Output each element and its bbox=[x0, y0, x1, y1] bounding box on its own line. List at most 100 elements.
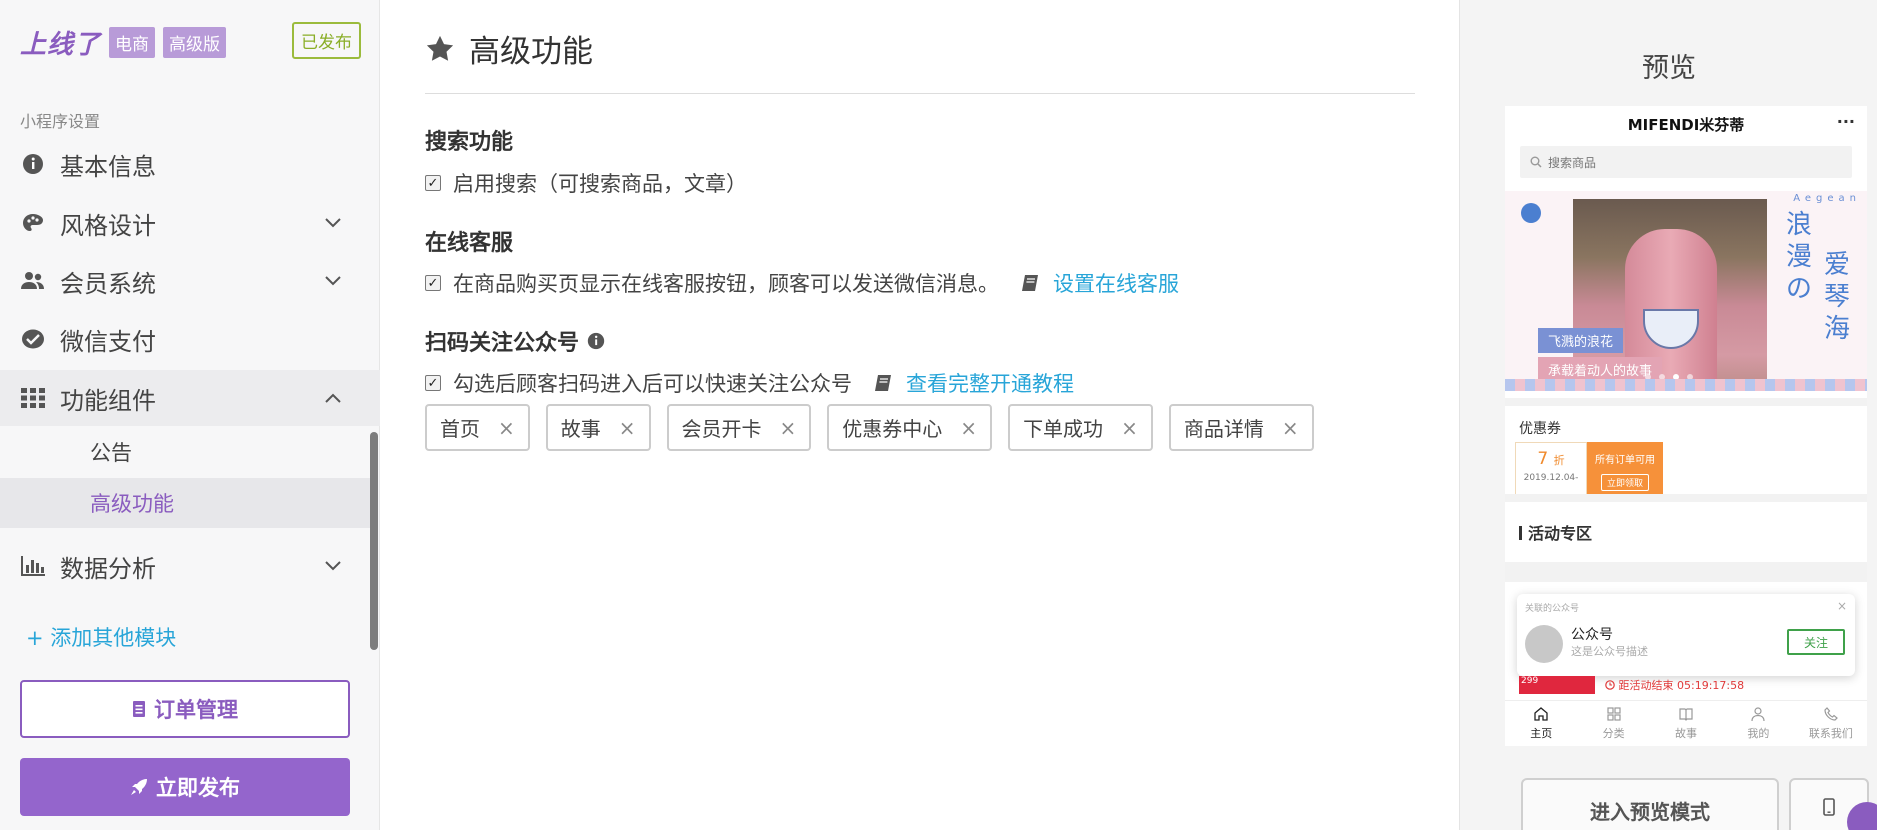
sidebar: 上线了 电商 高级版 已发布 小程序设置 基本信息 风格设计 会员系统 微信支付… bbox=[0, 0, 380, 830]
sidebar-item-basic-info[interactable]: 基本信息 bbox=[0, 136, 380, 192]
coupon-discount-unit: 折 bbox=[1553, 454, 1565, 467]
coupon-card-action[interactable]: 所有订单可用 立即领取 bbox=[1587, 442, 1663, 500]
info-circle-icon[interactable] bbox=[587, 332, 605, 350]
sidebar-item-feature-components[interactable]: 功能组件 bbox=[0, 370, 380, 426]
page-tag[interactable]: 下单成功 × bbox=[1008, 404, 1153, 451]
sidebar-subitem-advanced-features[interactable]: 高级功能 bbox=[0, 478, 370, 528]
sidebar-scrollbar[interactable] bbox=[370, 432, 378, 650]
remove-tag-icon[interactable]: × bbox=[498, 416, 515, 440]
page-tag-label: 首页 bbox=[440, 417, 480, 441]
order-management-label: 订单管理 bbox=[154, 698, 238, 722]
coupon-claim-button[interactable]: 立即领取 bbox=[1600, 474, 1649, 491]
full-tutorial-link[interactable]: 查看完整开通教程 bbox=[906, 368, 1074, 398]
tab-mine[interactable]: 我的 bbox=[1722, 701, 1794, 746]
order-management-button[interactable]: 订单管理 bbox=[20, 680, 350, 738]
sidebar-item-wechat-pay[interactable]: 微信支付 bbox=[0, 311, 380, 367]
more-icon: ··· bbox=[1836, 112, 1855, 131]
sidebar-item-label: 会员系统 bbox=[60, 269, 156, 298]
sidebar-item-label: 基本信息 bbox=[60, 152, 156, 181]
book-icon bbox=[874, 374, 894, 392]
mobile-phone-icon bbox=[1823, 798, 1835, 816]
main-content: 高级功能 搜索功能 ✓ 启用搜索（可搜索商品，文章） 在线客服 ✓ 在商品购买页… bbox=[381, 0, 1459, 830]
rocket-icon bbox=[131, 779, 147, 795]
page-tag[interactable]: 商品详情 × bbox=[1168, 404, 1314, 451]
online-service-checkbox[interactable]: ✓ bbox=[425, 275, 441, 291]
grid-icon bbox=[20, 385, 46, 411]
page-tag[interactable]: 会员开卡 × bbox=[666, 404, 812, 451]
tab-label: 分类 bbox=[1602, 727, 1625, 740]
coupon-scope: 所有订单可用 bbox=[1595, 455, 1655, 466]
follow-button[interactable]: 关注 bbox=[1787, 629, 1845, 655]
tab-label: 联系我们 bbox=[1808, 727, 1853, 740]
coupon-card-value[interactable]: 7 折 2019.12.04- bbox=[1515, 442, 1587, 500]
tab-story[interactable]: 故事 bbox=[1650, 701, 1722, 746]
activity-heading: 活动专区 bbox=[1519, 520, 1592, 544]
banner-vertical-text-right: 爱琴海 bbox=[1823, 250, 1850, 344]
service-option-row: ✓ 在商品购买页显示在线客服按钮，顾客可以发送微信消息。 设置在线客服 bbox=[425, 268, 1179, 298]
preview-title: 预览 bbox=[1642, 53, 1696, 84]
page-title: 高级功能 bbox=[425, 26, 593, 71]
quick-follow-checkbox[interactable]: ✓ bbox=[425, 375, 441, 391]
publish-now-button[interactable]: 立即发布 bbox=[20, 758, 350, 816]
popup-caption: 关联的公众号 bbox=[1525, 604, 1580, 614]
sun-decoration bbox=[1521, 203, 1541, 223]
remove-tag-icon[interactable]: × bbox=[780, 416, 797, 440]
clock-icon bbox=[1605, 680, 1615, 690]
account-description: 这是公众号描述 bbox=[1571, 645, 1648, 658]
sidebar-item-member-system[interactable]: 会员系统 bbox=[0, 253, 380, 309]
coupon-section: 优惠券 7 折 2019.12.04- 所有订单可用 立即领取 bbox=[1505, 398, 1867, 500]
flash-sale-row: 299 距活动结束 05:19:17:58 bbox=[1519, 676, 1859, 694]
search-icon bbox=[1530, 156, 1542, 168]
flash-sale-countdown: 距活动结束 05:19:17:58 bbox=[1605, 677, 1744, 693]
phone-search-placeholder: 搜索商品 bbox=[1548, 155, 1597, 170]
banner-label-1: 飞溅的浪花 bbox=[1538, 328, 1624, 353]
brand-tag-ecommerce: 电商 bbox=[109, 27, 156, 58]
info-circle-icon bbox=[20, 151, 46, 177]
category-icon bbox=[1607, 707, 1621, 721]
enable-search-checkbox[interactable]: ✓ bbox=[425, 175, 441, 191]
remove-tag-icon[interactable]: × bbox=[619, 416, 636, 440]
tab-label: 故事 bbox=[1675, 727, 1698, 740]
coupon-discount-value: 7 bbox=[1537, 449, 1549, 469]
sidebar-item-label: 数据分析 bbox=[60, 554, 156, 583]
close-icon[interactable]: × bbox=[1837, 599, 1847, 613]
sidebar-subitem-announcement[interactable]: 公告 bbox=[0, 427, 370, 477]
tab-contact[interactable]: 联系我们 bbox=[1795, 701, 1867, 746]
page-tag-label: 会员开卡 bbox=[681, 417, 762, 441]
page-title-text: 高级功能 bbox=[469, 34, 593, 70]
search-section-heading: 搜索功能 bbox=[425, 130, 514, 155]
bar-chart-icon bbox=[20, 553, 46, 579]
page-tag-label: 商品详情 bbox=[1183, 417, 1264, 441]
chevron-down-icon bbox=[325, 276, 341, 286]
setup-online-service-link[interactable]: 设置在线客服 bbox=[1053, 268, 1179, 298]
page-tag[interactable]: 优惠券中心 × bbox=[827, 404, 993, 451]
enter-preview-mode-button[interactable]: 进入预览模式 bbox=[1521, 778, 1779, 830]
sidebar-item-style-design[interactable]: 风格设计 bbox=[0, 195, 380, 251]
page-tag[interactable]: 故事 × bbox=[545, 404, 651, 451]
page-tag-label: 下单成功 bbox=[1023, 417, 1104, 441]
tab-category[interactable]: 分类 bbox=[1577, 701, 1649, 746]
follow-section-heading-text: 扫码关注公众号 bbox=[425, 331, 580, 356]
banner-aegean-text: Aegean bbox=[1793, 193, 1861, 204]
coupon-heading: 优惠券 bbox=[1519, 421, 1561, 437]
remove-tag-icon[interactable]: × bbox=[1121, 416, 1138, 440]
phone-preview: MIFENDI米芬蒂 ··· 搜索商品 Aegean 浪漫の 爱琴海 飞溅的浪花… bbox=[1505, 106, 1867, 746]
home-icon bbox=[1534, 707, 1548, 721]
chevron-up-icon bbox=[325, 393, 341, 403]
promo-banner: Aegean 浪漫の 爱琴海 飞溅的浪花 承载着动人的故事 bbox=[1505, 191, 1867, 391]
add-module-link[interactable]: + 添加其他模块 bbox=[26, 622, 176, 652]
remove-tag-icon[interactable]: × bbox=[960, 416, 977, 440]
enable-search-label: 启用搜索（可搜索商品，文章） bbox=[453, 172, 747, 196]
flash-sale-thumbnail: 299 bbox=[1519, 676, 1595, 694]
published-status-badge: 已发布 bbox=[292, 22, 361, 59]
star-icon bbox=[426, 35, 454, 61]
chevron-down-icon bbox=[325, 218, 341, 228]
sidebar-item-data-analysis[interactable]: 数据分析 bbox=[0, 538, 380, 594]
tab-home[interactable]: 主页 bbox=[1505, 701, 1577, 746]
section-caption: 小程序设置 bbox=[20, 112, 101, 131]
remove-tag-icon[interactable]: × bbox=[1282, 416, 1299, 440]
page-tag[interactable]: 首页 × bbox=[425, 404, 530, 451]
preview-panel: 预览 MIFENDI米芬蒂 ··· 搜索商品 Aegean 浪漫の 爱琴海 飞溅… bbox=[1459, 0, 1877, 830]
wechat-pay-icon bbox=[20, 326, 46, 352]
flash-sale-countdown-text: 距活动结束 05:19:17:58 bbox=[1618, 679, 1745, 692]
